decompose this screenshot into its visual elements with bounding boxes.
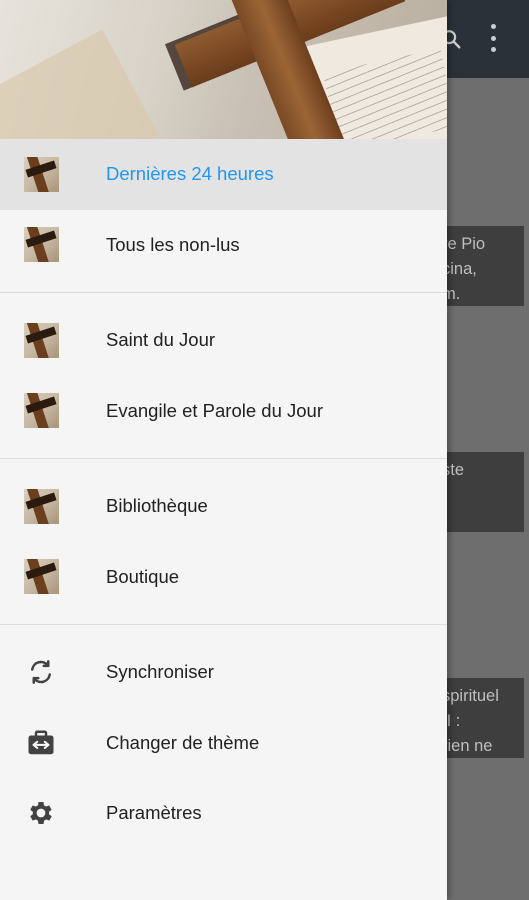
drawer-item-label: Synchroniser (106, 661, 214, 683)
drawer-divider (0, 292, 447, 293)
sync-icon (24, 655, 58, 689)
overflow-menu-icon[interactable] (486, 24, 500, 52)
drawer-item-dernieres-24-heures[interactable]: Dernières 24 heures (0, 139, 447, 210)
drawer-divider (0, 624, 447, 625)
category-thumbnail-icon (24, 488, 59, 524)
navigation-drawer: Dernières 24 heures Tous les non-lus Saint… (0, 0, 447, 900)
drawer-item-boutique[interactable]: Boutique (0, 542, 447, 613)
theme-switch-icon (24, 726, 58, 760)
drawer-item-saint-du-jour[interactable]: Saint du Jour (0, 305, 447, 376)
drawer-item-label: Boutique (106, 565, 180, 587)
drawer-item-bibliotheque[interactable]: Bibliothèque (0, 471, 447, 542)
drawer-item-parametres[interactable]: Paramètres (0, 778, 447, 849)
drawer-item-label: Evangile et Parole du Jour (106, 399, 323, 421)
gear-icon (24, 796, 58, 830)
category-thumbnail-icon (24, 559, 59, 595)
category-thumbnail-icon (24, 393, 59, 429)
drawer-header-image (0, 0, 447, 139)
drawer-item-label: Bibliothèque (106, 495, 208, 517)
drawer-item-changer-de-theme[interactable]: Changer de thème (0, 708, 447, 779)
drawer-menu: Dernières 24 heures Tous les non-lus Saint… (0, 139, 447, 849)
drawer-item-label: Tous les non-lus (106, 233, 240, 255)
drawer-item-label: Paramètres (106, 802, 202, 824)
category-thumbnail-icon (24, 227, 59, 263)
drawer-item-label: Saint du Jour (106, 329, 216, 351)
drawer-item-label: Dernières 24 heures (106, 163, 274, 185)
drawer-divider (0, 458, 447, 459)
drawer-item-evangile-et-parole-du-jour[interactable]: Evangile et Parole du Jour (0, 376, 447, 447)
drawer-item-tous-les-non-lus[interactable]: Tous les non-lus (0, 210, 447, 281)
drawer-item-synchroniser[interactable]: Synchroniser (0, 637, 447, 708)
drawer-item-label: Changer de thème (106, 731, 260, 753)
category-thumbnail-icon (24, 156, 59, 192)
category-thumbnail-icon (24, 322, 59, 358)
